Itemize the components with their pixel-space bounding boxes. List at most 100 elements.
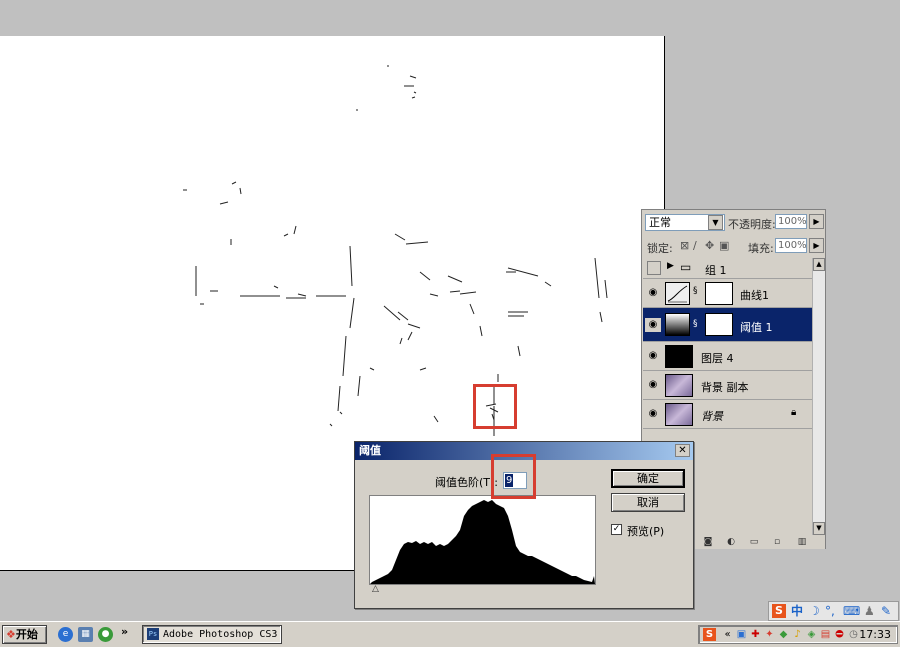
close-icon[interactable]: ✕ bbox=[675, 444, 690, 457]
dialog-title: 阈值 bbox=[359, 444, 381, 457]
layer-row-curves[interactable]: ◉ § 曲线1 bbox=[643, 279, 814, 308]
lock-brush-icon[interactable]: ∕ bbox=[693, 239, 697, 252]
layer-name: 背景 副本 bbox=[701, 381, 749, 394]
keyboard-icon[interactable]: ⌨ bbox=[843, 604, 860, 618]
chevron-down-icon[interactable]: ▼ bbox=[708, 215, 723, 230]
layer-row-group[interactable]: ▶ ▭ 组 1 bbox=[643, 258, 814, 279]
taskbar: ❖开始 e ▦ ● » Ps Adobe Photoshop CS3 S « ▣… bbox=[0, 621, 900, 647]
layer-name: 背景 bbox=[701, 410, 723, 423]
tray-app-icon-2[interactable]: ◆ bbox=[777, 628, 790, 641]
link-chain-icon: § bbox=[693, 286, 698, 296]
threshold-level-label: 阈值色阶(T): bbox=[435, 476, 499, 489]
fill-label: 填充: bbox=[748, 242, 774, 255]
wrench-icon[interactable]: ✎ bbox=[881, 604, 891, 618]
slider-triangle-icon[interactable]: △ bbox=[372, 584, 379, 594]
clock[interactable]: 17:33 bbox=[859, 628, 891, 642]
mask-thumbnail bbox=[705, 313, 733, 336]
lock-transparent-icon[interactable]: ⊠ bbox=[680, 239, 689, 252]
preview-checkbox[interactable]: ✓ bbox=[611, 524, 622, 535]
delete-layer-icon[interactable]: ▥ bbox=[797, 537, 807, 547]
layer-name: 阈值 1 bbox=[740, 321, 773, 334]
tray-expand-icon[interactable]: « bbox=[721, 628, 734, 641]
tray-app-icon-3[interactable]: ♪ bbox=[791, 628, 804, 641]
checkmark-icon: ✓ bbox=[612, 524, 621, 534]
photoshop-icon: Ps bbox=[147, 628, 159, 640]
windows-logo-icon: ❖ bbox=[6, 628, 16, 641]
taskbar-photoshop-button[interactable]: Ps Adobe Photoshop CS3 bbox=[142, 625, 282, 644]
fill-input[interactable]: 100% bbox=[775, 238, 807, 253]
layer-thumbnail bbox=[665, 374, 693, 397]
curves-thumbnail-icon bbox=[665, 282, 690, 305]
cancel-label: 取消 bbox=[637, 496, 659, 509]
quicklaunch-more-icon[interactable]: » bbox=[121, 625, 128, 638]
layer-row-threshold[interactable]: ◉ § 阈值 1 bbox=[643, 308, 814, 342]
eye-icon[interactable]: ◉ bbox=[645, 286, 661, 300]
user-icon[interactable]: ♟ bbox=[864, 604, 875, 618]
folder-icon: ▭ bbox=[680, 260, 692, 274]
mask-thumbnail bbox=[705, 282, 733, 305]
blend-mode-value: 正常 bbox=[649, 216, 671, 229]
layer-name: 曲线1 bbox=[740, 289, 769, 302]
network-icon[interactable]: ▣ bbox=[735, 628, 748, 641]
eye-icon[interactable]: ◉ bbox=[645, 407, 661, 421]
layer-row-layer4[interactable]: ◉ 图层 4 bbox=[643, 342, 814, 371]
ime-toolbar: S 中 ☽ °, ⌨ ♟ ✎ bbox=[768, 601, 899, 621]
tray-app-icon-5[interactable]: ▤ bbox=[819, 628, 832, 641]
visibility-toggle-empty[interactable] bbox=[647, 261, 661, 275]
link-chain-icon: § bbox=[693, 319, 698, 329]
eye-icon[interactable]: ◉ bbox=[645, 378, 661, 392]
show-desktop-icon[interactable]: ▦ bbox=[78, 627, 93, 642]
histogram bbox=[369, 495, 596, 585]
scroll-down-icon[interactable]: ▼ bbox=[813, 522, 825, 535]
new-group-icon[interactable]: ▭ bbox=[749, 537, 759, 547]
expand-triangle-icon[interactable]: ▶ bbox=[667, 261, 674, 271]
layer-thumbnail bbox=[665, 403, 693, 426]
task-label: Adobe Photoshop CS3 bbox=[163, 629, 278, 640]
clock-tray-icon[interactable]: ◷ bbox=[847, 628, 860, 641]
histogram-graph bbox=[370, 500, 595, 584]
layer-name: 组 1 bbox=[705, 264, 727, 277]
ie-icon[interactable]: e bbox=[58, 627, 73, 642]
layer-thumbnail bbox=[665, 345, 693, 368]
lock-label: 锁定: bbox=[647, 242, 673, 255]
lock-all-icon[interactable]: ▣ bbox=[719, 239, 729, 252]
layers-scrollbar[interactable]: ▲ ▼ bbox=[812, 258, 825, 535]
antivirus-icon[interactable]: ✚ bbox=[749, 628, 762, 641]
fill-value: 100% bbox=[778, 240, 807, 251]
preview-label: 预览(P) bbox=[627, 525, 665, 538]
opacity-value: 100% bbox=[778, 216, 807, 227]
scroll-up-icon[interactable]: ▲ bbox=[813, 258, 825, 271]
layer-row-background[interactable]: ◉ 背景 🔒︎ bbox=[643, 400, 814, 429]
opacity-label: 不透明度: bbox=[728, 218, 776, 231]
opacity-input[interactable]: 100% bbox=[775, 214, 807, 229]
threshold-thumbnail-icon bbox=[665, 313, 690, 336]
punctuation-icon[interactable]: °, bbox=[825, 604, 835, 618]
lock-icon: 🔒︎ bbox=[791, 407, 797, 418]
start-button[interactable]: ❖开始 bbox=[2, 625, 47, 644]
system-tray: S « ▣ ✚ ✦ ◆ ♪ ◈ ▤ ⛔︎ ◷ 17:33 bbox=[698, 625, 898, 644]
tray-app-icon-1[interactable]: ✦ bbox=[763, 628, 776, 641]
eye-icon[interactable]: ◉ bbox=[645, 318, 661, 332]
ime-mode[interactable]: 中 bbox=[791, 604, 803, 618]
new-layer-icon[interactable]: ▫ bbox=[772, 537, 782, 547]
add-mask-icon[interactable]: ◙ bbox=[703, 537, 713, 547]
stop-icon[interactable]: ⛔︎ bbox=[833, 628, 846, 641]
opacity-arrow-icon[interactable]: ▶ bbox=[809, 214, 824, 229]
ok-label: 确定 bbox=[637, 472, 659, 485]
start-label: 开始 bbox=[15, 628, 38, 641]
media-player-icon[interactable]: ● bbox=[98, 627, 113, 642]
sogou-tray-icon[interactable]: S bbox=[703, 628, 716, 641]
moon-icon[interactable]: ☽ bbox=[809, 604, 820, 618]
lock-move-icon[interactable]: ✥ bbox=[705, 239, 714, 252]
highlight-box-canvas bbox=[473, 384, 517, 429]
eye-icon[interactable]: ◉ bbox=[645, 349, 661, 363]
highlight-box-input bbox=[491, 454, 536, 499]
sogou-logo-icon[interactable]: S bbox=[772, 604, 786, 618]
fill-arrow-icon[interactable]: ▶ bbox=[809, 238, 824, 253]
tray-app-icon-4[interactable]: ◈ bbox=[805, 628, 818, 641]
adjustment-layer-icon[interactable]: ◐ bbox=[726, 537, 736, 547]
ok-button[interactable]: 确定 bbox=[611, 469, 685, 488]
cancel-button[interactable]: 取消 bbox=[611, 493, 685, 512]
layer-name: 图层 4 bbox=[701, 352, 734, 365]
layer-row-background-copy[interactable]: ◉ 背景 副本 bbox=[643, 371, 814, 400]
